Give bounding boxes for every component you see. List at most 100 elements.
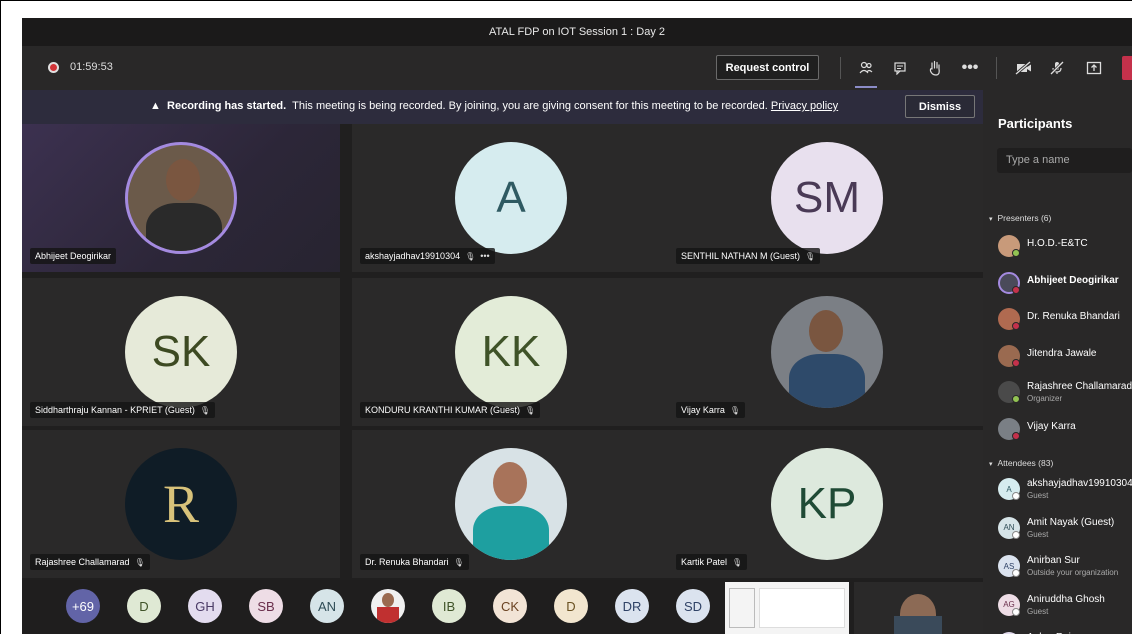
chat-icon[interactable] xyxy=(890,58,910,78)
participant-name: Aniruddha Ghosh xyxy=(1027,593,1105,605)
participant-name: Amit Nayak (Guest) xyxy=(1027,516,1115,528)
participant-avatar: SM xyxy=(771,142,883,254)
participant-name: Dr. Renuka Bhandari xyxy=(1027,311,1120,322)
active-tab-indicator xyxy=(855,86,877,88)
window-title: ATAL FDP on IOT Session 1 : Day 2 xyxy=(488,26,666,38)
participant-role: Outside your organization xyxy=(1027,568,1119,577)
video-tile[interactable]: Vijay Karra 🎙 xyxy=(668,278,986,426)
participant-avatar: A xyxy=(455,142,567,254)
privacy-policy-link[interactable]: Privacy policy xyxy=(771,100,838,112)
attendee-item[interactable]: AN Amit Nayak (Guest) Guest xyxy=(998,516,1132,545)
people-icon[interactable] xyxy=(856,58,876,78)
participant-avatar[interactable]: AN xyxy=(310,589,344,623)
participant-name-tag: Siddharthraju Kannan - KPRIET (Guest) 🎙 xyxy=(30,402,216,418)
video-tile[interactable]: Dr. Renuka Bhandari 🎙 xyxy=(352,430,670,578)
video-tile[interactable]: Abhijeet Deogirikar xyxy=(22,124,340,272)
participant-avatar[interactable]: DR xyxy=(615,589,649,623)
video-grid: Abhijeet Deogirikar Aakshayjadhav19910304… xyxy=(22,124,986,580)
more-icon[interactable]: ••• xyxy=(480,251,489,261)
mic-off-icon: 🎙 xyxy=(729,405,741,415)
recording-icon xyxy=(48,62,59,73)
presenter-item[interactable]: H.O.D.-E&TC xyxy=(998,235,1132,263)
toolbar-divider xyxy=(996,57,997,79)
raise-hand-icon[interactable] xyxy=(925,58,945,78)
participant-name: Abhijeet Deogirikar xyxy=(1027,274,1119,286)
camera-off-icon[interactable] xyxy=(1014,58,1034,78)
participants-panel: Participants Type a name ▾ Presenters (6)… xyxy=(983,90,1132,634)
leave-button[interactable] xyxy=(1122,56,1132,80)
status-dot xyxy=(1012,395,1020,403)
participant-avatar: R xyxy=(125,448,237,560)
participant-name: Rajashree Challamarad xyxy=(35,557,130,567)
video-tile[interactable]: KK KONDURU KRANTHI KUMAR (Guest) 🎙 xyxy=(352,278,670,426)
participant-avatar[interactable] xyxy=(371,589,405,623)
presenters-count: Presenters (6) xyxy=(997,213,1052,223)
toolbar-divider xyxy=(840,57,841,79)
mic-off-icon: 🎙 xyxy=(805,251,816,261)
teams-meeting-window: ATAL FDP on IOT Session 1 : Day 2 01:59:… xyxy=(22,18,1132,634)
attendees-section-header[interactable]: ▾ Attendees (83) xyxy=(989,458,1053,468)
recording-banner: ▲ Recording has started. This meeting is… xyxy=(22,90,983,124)
chevron-down-icon: ▾ xyxy=(989,216,993,223)
video-tile[interactable]: KP Kartik Patel 🎙 xyxy=(668,430,986,578)
chevron-down-icon: ▾ xyxy=(989,461,993,468)
video-tile[interactable]: Aakshayjadhav19910304 🎙 ••• xyxy=(352,124,670,272)
attendee-item[interactable]: Aakshayjadhav19910304 Guest xyxy=(998,478,1132,506)
more-participants-badge[interactable]: +69 xyxy=(66,589,100,623)
participant-avatar[interactable]: D xyxy=(554,589,588,623)
participant-name: Vijay Karra xyxy=(1027,420,1076,432)
participant-name-tag: Vijay Karra 🎙 xyxy=(676,402,746,418)
participant-name-tag: akshayjadhav19910304 🎙 ••• xyxy=(360,248,495,264)
attendee-item[interactable]: AS Anirban Sur Outside your organization xyxy=(998,555,1132,583)
participant-name: H.O.D.-E&TC xyxy=(1027,238,1088,249)
presenter-item[interactable]: Jitendra Jawale xyxy=(998,344,1132,373)
participant-avatar: KP xyxy=(771,448,883,560)
video-tile[interactable]: R Rajashree Challamarad 🎙 xyxy=(22,430,340,578)
participant-avatar[interactable]: CK xyxy=(493,589,527,623)
participant-name: SENTHIL NATHAN M (Guest) xyxy=(681,251,801,261)
status-dot xyxy=(1012,285,1020,294)
participant-search-input[interactable]: Type a name xyxy=(997,148,1132,173)
status-dot xyxy=(1012,431,1020,440)
mic-off-icon: 🎙 xyxy=(465,251,476,261)
participant-photo xyxy=(125,142,237,254)
participant-name-tag: Kartik Patel 🎙 xyxy=(676,554,748,570)
video-thumbnail[interactable] xyxy=(854,582,983,634)
presenter-item[interactable]: Abhijeet Deogirikar xyxy=(998,271,1132,300)
status-dot xyxy=(1012,492,1020,500)
shared-screen-thumbnail[interactable] xyxy=(725,582,849,634)
video-tile[interactable]: SM SENTHIL NATHAN M (Guest) 🎙 xyxy=(668,124,986,272)
mic-off-icon[interactable] xyxy=(1047,58,1067,78)
participant-avatar[interactable]: IB xyxy=(432,589,466,623)
participant-avatar[interactable]: D xyxy=(127,589,161,623)
video-tile[interactable]: SK Siddharthraju Kannan - KPRIET (Guest) 🎙 xyxy=(22,278,340,426)
participant-name-tag: Abhijeet Deogirikar xyxy=(30,248,117,264)
share-icon[interactable] xyxy=(1084,58,1104,78)
participant-name-tag: SENTHIL NATHAN M (Guest) 🎙 xyxy=(676,248,821,264)
presenter-item[interactable]: Vijay Karra xyxy=(998,417,1132,446)
participant-name: Siddharthraju Kannan - KPRIET (Guest) xyxy=(35,405,195,415)
participant-name: Rajashree Challamarad xyxy=(1027,381,1132,392)
participant-name: Vijay Karra xyxy=(681,405,725,415)
presenter-item[interactable]: Dr. Renuka Bhandari xyxy=(998,308,1132,336)
participant-name-tag: Dr. Renuka Bhandari 🎙 xyxy=(360,554,469,570)
participant-photo xyxy=(455,448,567,560)
presenters-section-header[interactable]: ▾ Presenters (6) xyxy=(989,213,1051,223)
more-icon[interactable]: ••• xyxy=(960,58,980,78)
participant-name: akshayjadhav19910304 xyxy=(365,251,461,261)
attendee-item[interactable]: AG Aniruddha Ghosh Guest xyxy=(998,593,1132,622)
participant-avatar[interactable]: GH xyxy=(188,589,222,623)
meeting-timer: 01:59:53 xyxy=(70,61,113,73)
recording-started-label: Recording has started. xyxy=(167,100,287,112)
participant-avatar[interactable]: SB xyxy=(249,589,283,623)
recording-consent-text: This meeting is being recorded. By joini… xyxy=(292,100,768,112)
mic-off-icon: 🎙 xyxy=(134,557,145,567)
presenter-item[interactable]: Rajashree Challamarad Organizer xyxy=(998,381,1132,409)
participant-avatar[interactable]: SD xyxy=(676,589,710,623)
participant-photo xyxy=(771,296,883,408)
status-dot xyxy=(1012,249,1020,257)
dismiss-button[interactable]: Dismiss xyxy=(905,95,975,118)
request-control-button[interactable]: Request control xyxy=(716,55,819,80)
mic-off-icon: 🎙 xyxy=(453,557,464,567)
participant-name: Dr. Renuka Bhandari xyxy=(365,557,449,567)
